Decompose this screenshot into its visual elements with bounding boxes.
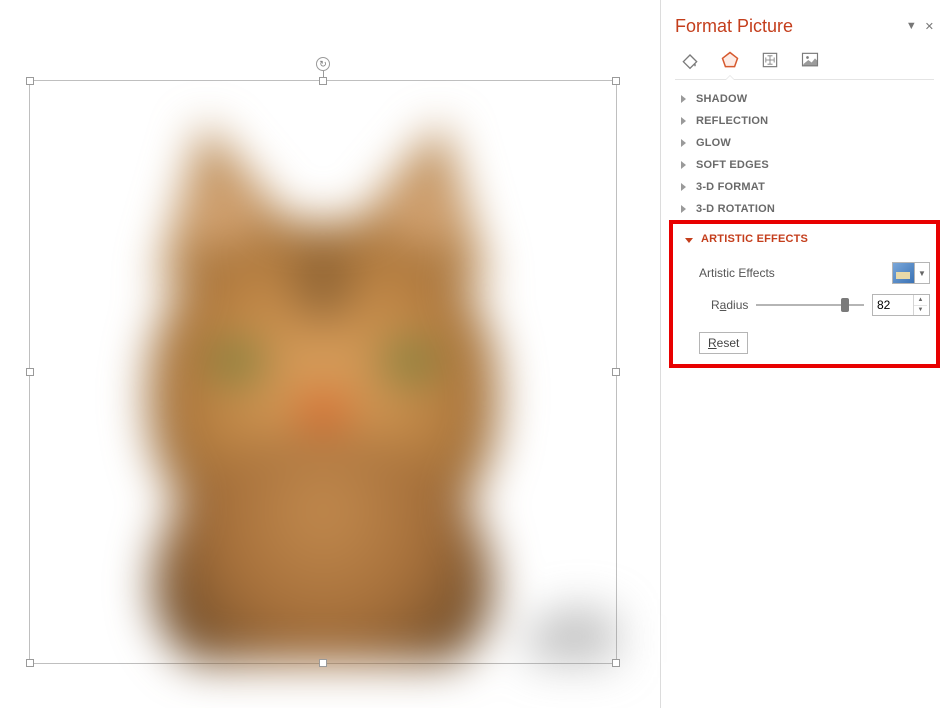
chevron-down-icon: ▼ <box>915 269 929 278</box>
section-label: SOFT EDGES <box>696 159 769 171</box>
chevron-right-icon <box>681 139 686 147</box>
tab-effects[interactable] <box>719 49 741 71</box>
chevron-right-icon <box>681 183 686 191</box>
slide-canvas[interactable]: ↻ <box>0 0 660 708</box>
panel-tab-row <box>675 47 934 80</box>
resize-handle-tm[interactable] <box>319 77 327 85</box>
radius-input[interactable] <box>873 295 913 315</box>
panel-title: Format Picture <box>675 16 793 37</box>
chevron-right-icon <box>681 117 686 125</box>
panel-options-icon[interactable]: ▼ <box>906 20 917 33</box>
size-icon <box>760 50 780 70</box>
section-shadow[interactable]: SHADOW <box>675 88 934 110</box>
artistic-effects-dropdown[interactable]: ▼ <box>892 262 930 284</box>
spin-up-icon[interactable]: ▲ <box>914 295 927 306</box>
picture-content <box>30 81 616 663</box>
slider-thumb[interactable] <box>841 298 849 312</box>
section-glow[interactable]: GLOW <box>675 132 934 154</box>
radius-spinbox[interactable]: ▲ ▼ <box>872 294 930 316</box>
section-label: 3-D FORMAT <box>696 181 765 193</box>
resize-handle-tr[interactable] <box>612 77 620 85</box>
picture-icon <box>800 50 820 70</box>
section-3d-rotation[interactable]: 3-D ROTATION <box>675 198 934 220</box>
tab-size-properties[interactable] <box>759 49 781 71</box>
reset-button[interactable]: Reset <box>699 332 748 354</box>
section-3d-format[interactable]: 3-D FORMAT <box>675 176 934 198</box>
section-label: 3-D ROTATION <box>696 203 775 215</box>
resize-handle-mr[interactable] <box>612 368 620 376</box>
resize-handle-ml[interactable] <box>26 368 34 376</box>
paint-bucket-icon <box>680 50 700 70</box>
effect-thumbnail-icon <box>893 263 915 283</box>
resize-handle-bl[interactable] <box>26 659 34 667</box>
section-label: ARTISTIC EFFECTS <box>701 233 808 245</box>
annotation-highlight: ARTISTIC EFFECTS Artistic Effects ▼ Radi… <box>669 220 940 368</box>
radius-label: Radius <box>711 298 748 312</box>
chevron-right-icon <box>681 95 686 103</box>
radius-slider[interactable] <box>756 297 864 313</box>
resize-handle-br[interactable] <box>612 659 620 667</box>
tab-fill-line[interactable] <box>679 49 701 71</box>
spin-down-icon[interactable]: ▼ <box>914 306 927 316</box>
panel-close-icon[interactable]: ✕ <box>925 20 934 33</box>
chevron-right-icon <box>681 205 686 213</box>
tab-picture[interactable] <box>799 49 821 71</box>
resize-handle-bm[interactable] <box>319 659 327 667</box>
pentagon-icon <box>720 50 740 70</box>
resize-handle-tl[interactable] <box>26 77 34 85</box>
section-label: GLOW <box>696 137 731 149</box>
chevron-down-icon <box>685 238 693 243</box>
rotate-handle[interactable]: ↻ <box>316 57 330 71</box>
selected-picture[interactable]: ↻ <box>29 80 617 664</box>
section-artistic-effects[interactable]: ARTISTIC EFFECTS <box>679 228 930 250</box>
section-label: SHADOW <box>696 93 747 105</box>
section-label: REFLECTION <box>696 115 768 127</box>
chevron-right-icon <box>681 161 686 169</box>
artistic-effects-label: Artistic Effects <box>699 266 775 280</box>
section-soft-edges[interactable]: SOFT EDGES <box>675 154 934 176</box>
format-picture-panel: Format Picture ▼ ✕ SHADOW REFLECTION GLO… <box>661 0 944 708</box>
section-reflection[interactable]: REFLECTION <box>675 110 934 132</box>
